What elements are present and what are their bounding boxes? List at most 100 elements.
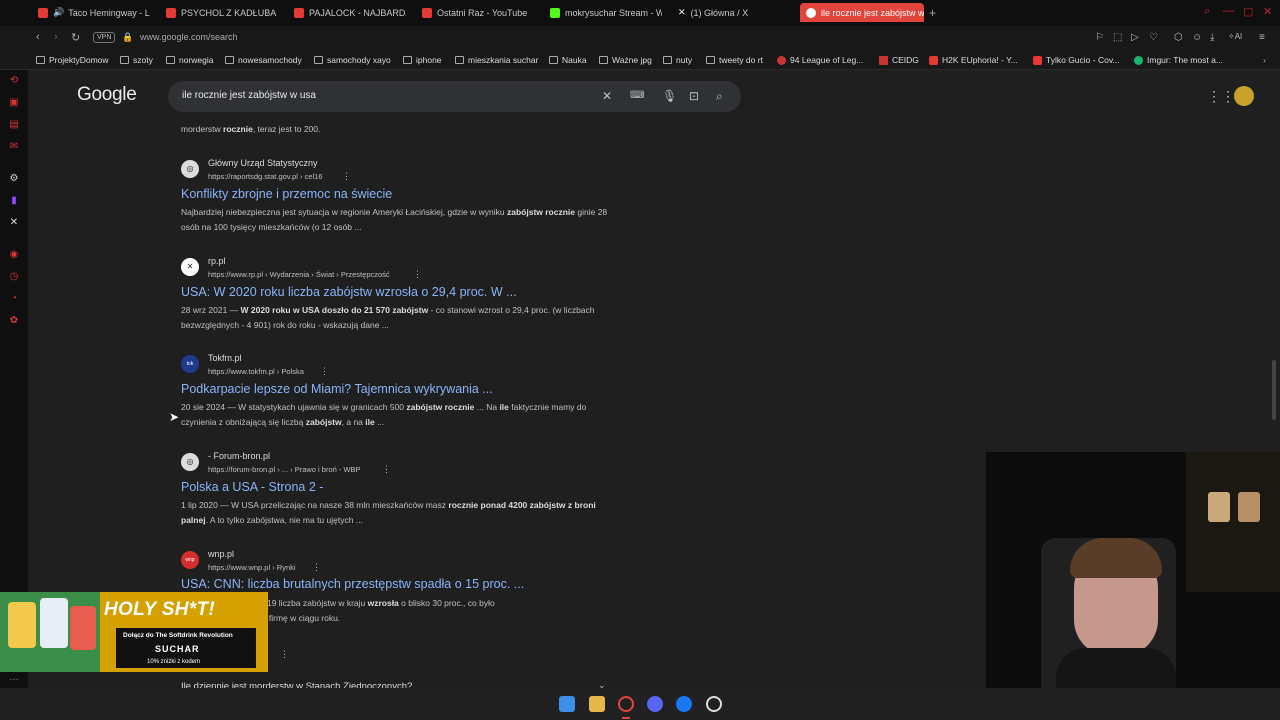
bookmark-link[interactable]: Tylko Gucio - Cov... [1033,55,1120,65]
keyboard-icon[interactable]: ⌨ [630,90,644,101]
menu-icon[interactable]: ≡ [1259,32,1265,43]
bookmark-folder[interactable]: nowesamochody [225,55,302,65]
new-tab-button[interactable]: + [929,3,941,22]
opera-taskbar-icon[interactable] [618,696,634,712]
folder-icon [599,56,608,64]
result-title[interactable]: Polska a USA - Strona 2 - [181,480,323,494]
people-also-ask-menu-icon[interactable]: ⋮ [280,649,289,660]
sidebar-chatgpt-icon[interactable]: ⚙ [8,173,20,185]
shelf [1186,452,1280,592]
result-url[interactable]: https://www.rp.pl › Wydarzenia › Świat ›… [208,270,390,279]
sidebar-clock-icon[interactable]: ◷ [8,271,20,283]
lens-icon[interactable]: ⊡ [689,89,699,103]
taskbar [0,688,1280,720]
sidebar-player-icon[interactable]: ◉ [8,249,20,261]
tab-4[interactable]: mokrysuchar Stream - Wa [550,3,662,22]
result-title[interactable]: USA: W 2020 roku liczba zabójstw wzrosła… [181,285,517,299]
result-menu-icon[interactable]: ⋮ [382,464,391,475]
result-url[interactable]: https://www.wnp.pl › Rynki [208,563,296,572]
snapshot-icon[interactable]: ⬚ [1113,32,1122,43]
sponsor-ad-overlay[interactable]: HOLY SH*T! Dołącz do The Softdrink Revol… [0,592,268,672]
file-explorer-icon[interactable] [589,696,605,712]
bookmark-folder[interactable]: iphone [403,55,442,65]
microphone-icon[interactable]: 🎙 [662,89,677,103]
bookmark-link[interactable]: Imgur: The most a... [1134,55,1223,65]
google-logo[interactable]: Google [77,84,137,106]
page-scrollbar[interactable] [1272,360,1276,420]
result-menu-icon[interactable]: ⋮ [320,366,329,377]
sidebar-settings-icon[interactable]: ✿ [8,315,20,327]
search-input[interactable]: ile rocznie jest zabójstw w usa [182,90,316,101]
tab-5[interactable]: ✕ (1) Główna / X [678,3,790,22]
search-icon[interactable]: ⌕ [716,89,723,104]
bookmark-folder[interactable]: norwegia [166,55,214,65]
result-url[interactable]: https://www.tokfm.pl › Polska [208,367,304,376]
download-icon[interactable]: ⤓ [1210,32,1214,43]
close-window-icon[interactable]: ✕ [1263,5,1272,18]
windows-start-icon[interactable] [559,696,575,712]
sidebar-speed-icon[interactable]: ◔ [8,293,20,305]
tab-3[interactable]: Ostatni Raz - YouTube [422,3,534,22]
ai-icon[interactable]: ✧AI [1228,32,1242,41]
sidebar-shopping-icon[interactable]: ▣ [8,97,20,109]
bookmark-folder[interactable]: tweety do rt [706,55,763,65]
result-url[interactable]: https://raportsdg.stat.gov.pl › cel16 [208,172,323,181]
bookmarks-overflow-icon[interactable]: › [1263,55,1266,65]
clear-search-icon[interactable]: ✕ [602,89,612,103]
sidebar-wallet-icon[interactable]: ▤ [8,119,20,131]
bookmark-link[interactable]: CEIDG [879,55,919,65]
heart-icon[interactable]: ♡ [1149,32,1158,43]
reload-icon[interactable]: ↻ [71,31,80,44]
discord-taskbar-icon[interactable] [647,696,663,712]
result-menu-icon[interactable]: ⋮ [342,171,351,182]
result-source[interactable]: Główny Urząd Statystyczny [208,158,318,168]
bookmark-folder[interactable]: szoty [120,55,153,65]
sidebar-twitch-icon[interactable]: ▮ [8,195,20,207]
tab-0[interactable]: 🔊 Taco Hemingway - LE [38,3,150,22]
sidebar-history-icon[interactable]: ⟲ [8,75,20,87]
vpn-badge[interactable]: VPN [93,32,116,43]
player-icon[interactable]: ▷ [1131,32,1139,43]
sidebar-messenger-icon[interactable]: ✉ [8,141,20,153]
bookmark-icon[interactable]: ⚐ [1095,32,1104,43]
ad-headline: HOLY SH*T! [104,599,216,620]
result-title[interactable]: Konflikty zbrojne i przemoc na świecie [181,187,392,201]
result-title[interactable]: USA: CNN: liczba brutalnych przestępstw … [181,577,524,591]
bookmark-link[interactable]: H2K EUphoria! - Y... [929,55,1018,65]
bookmark-folder[interactable]: ProjektyDomow [36,55,109,65]
facebook-taskbar-icon[interactable] [676,696,692,712]
search-tabs-icon[interactable]: ⌕ [1204,5,1210,18]
result-source[interactable]: - Forum-bron.pl [208,451,270,461]
bookmark-link[interactable]: 94 League of Leg... [777,55,863,65]
result-source[interactable]: wnp.pl [208,549,234,559]
search-box[interactable]: ile rocznie jest zabójstw w usa ✕ ⌨ 🎙 ⊡ … [168,81,741,112]
lock-icon[interactable]: 🔒 [122,32,133,43]
maximize-icon[interactable]: ▢ [1243,5,1253,18]
url-field[interactable]: www.google.com/search [140,32,238,42]
app-taskbar-icon[interactable] [706,696,722,712]
bookmark-folder[interactable]: nuty [663,55,692,65]
result-title[interactable]: Podkarpacie lepsze od Miami? Tajemnica w… [181,382,493,396]
result-source[interactable]: Tokfm.pl [208,353,242,363]
sidebar-x-icon[interactable]: ✕ [8,217,20,229]
result-menu-icon[interactable]: ⋮ [312,562,321,573]
result-menu-icon[interactable]: ⋮ [413,269,422,280]
bookmark-folder[interactable]: samochody xayo [314,55,391,65]
bookmark-folder[interactable]: Ważne jpg [599,55,652,65]
tab-1[interactable]: PSYCHOL Z KADŁUBA ZO [166,3,278,22]
result-snippet: 28 wrz 2021 — W 2020 roku w USA doszło d… [181,305,595,330]
bookmark-folder[interactable]: Nauka [549,55,587,65]
apps-grid-icon[interactable]: ⋮⋮ [1207,88,1235,105]
profile-icon[interactable]: ☺ [1192,32,1202,43]
forward-icon[interactable]: › [54,31,58,43]
sidebar-more-icon[interactable]: … [8,672,20,684]
back-icon[interactable]: ‹ [36,31,40,43]
minimize-icon[interactable]: — [1223,5,1234,17]
tab-2[interactable]: PAJALOCK - NAJBARDZI [294,3,406,22]
avatar[interactable] [1234,86,1254,106]
result-url[interactable]: https://forum-bron.pl › ... › Prawo i br… [208,465,361,474]
result-source[interactable]: rp.pl [208,256,226,266]
tab-6-active[interactable]: ile rocznie jest zabójstw w [800,3,924,22]
bookmark-folder[interactable]: mieszkania suchar [455,55,538,65]
extensions-icon[interactable]: ⬡ [1174,32,1183,43]
